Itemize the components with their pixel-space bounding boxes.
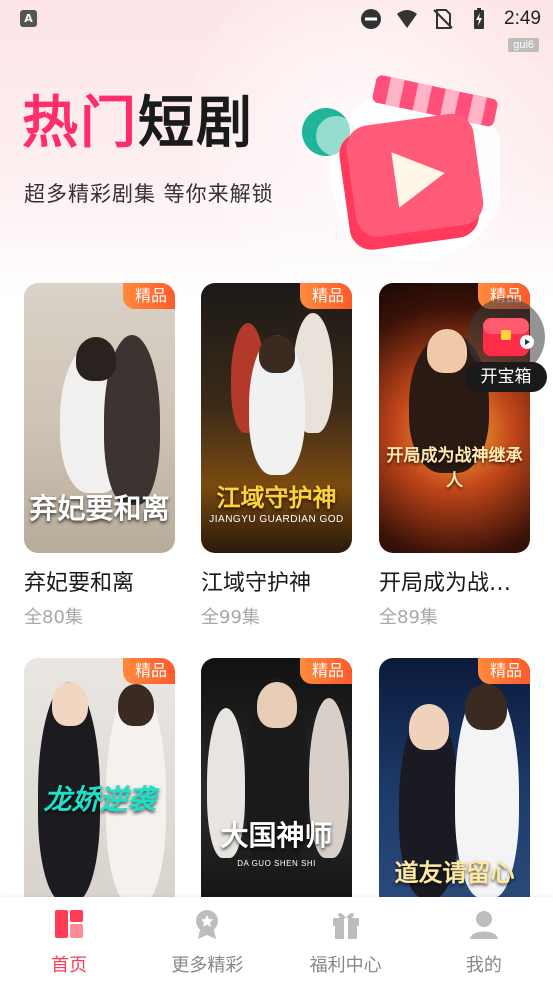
treasure-label: 开宝箱	[465, 362, 547, 392]
drama-card[interactable]: 精品 江域守护神 JIANGYU GUARDIAN GOD 江域守护神 全99集	[201, 283, 352, 629]
nav-welfare[interactable]: 福利中心	[277, 897, 415, 983]
poster-title: 道友请留心	[394, 858, 515, 887]
medal-icon	[196, 910, 219, 939]
status-bar: A 2:49 gui6	[0, 0, 553, 52]
hero-subtitle: 超多精彩剧集 等你来解锁	[24, 182, 274, 206]
episode-count: 全99集	[201, 607, 260, 628]
wifi-icon	[397, 10, 418, 28]
nav-label: 福利中心	[309, 955, 382, 976]
status-icons: 2:49	[360, 6, 541, 32]
home-grid-icon	[55, 910, 84, 938]
poster-title: 江域守护神	[216, 483, 337, 512]
profile-icon	[469, 911, 498, 939]
poster-title: 大国神师	[220, 819, 333, 852]
nav-more[interactable]: 更多精彩	[138, 897, 276, 983]
drama-card[interactable]: 精品 龙娇逆袭	[24, 658, 175, 898]
bottom-nav: 首页 更多精彩 福利中心 我的	[0, 897, 553, 983]
video-play-icon	[302, 75, 500, 260]
no-sim-icon	[433, 9, 453, 29]
drama-name: 江域守护神	[201, 571, 312, 596]
premium-badge: 精品	[299, 658, 352, 684]
premium-badge: 精品	[122, 658, 175, 684]
drama-poster[interactable]: 精品 龙娇逆袭	[24, 658, 175, 898]
nav-label: 首页	[51, 955, 88, 976]
hero-title: 热门短剧	[22, 96, 254, 152]
poster-subtitle: DA GUO SHEN SHI	[237, 859, 316, 868]
dnd-icon	[361, 9, 382, 29]
nav-label: 我的	[465, 955, 502, 976]
poster-title: 弃妃要和离	[29, 492, 170, 525]
carrier-label: gui6	[508, 38, 539, 52]
drama-card[interactable]: 精品 大国神师 DA GUO SHEN SHI	[201, 658, 352, 898]
clock: 2:49	[504, 8, 541, 29]
treasure-box-button[interactable]: 开宝箱	[465, 298, 547, 392]
drama-name: 弃妃要和离	[24, 571, 135, 596]
poster-title: 龙娇逆袭	[43, 783, 156, 816]
drama-poster[interactable]: 精品 弃妃要和离	[24, 283, 175, 553]
premium-badge: 精品	[122, 283, 175, 309]
nav-label: 更多精彩	[171, 955, 244, 976]
poster-subtitle: JIANGYU GUARDIAN GOD	[209, 514, 344, 525]
drama-poster[interactable]: 精品 道友请留心	[379, 658, 530, 898]
gift-icon	[332, 913, 359, 939]
drama-card[interactable]: 精品 弃妃要和离 弃妃要和离 全80集	[24, 283, 175, 629]
app-notification-icon: A	[20, 10, 37, 27]
drama-poster[interactable]: 精品 江域守护神 JIANGYU GUARDIAN GOD	[201, 283, 352, 553]
nav-mine[interactable]: 我的	[415, 897, 553, 983]
drama-poster[interactable]: 精品 大国神师 DA GUO SHEN SHI	[201, 658, 352, 898]
episode-count: 全89集	[379, 607, 438, 628]
premium-badge: 精品	[477, 658, 530, 684]
poster-title: 开局成为战神继承人	[386, 446, 523, 491]
hero-title-part1: 热门	[22, 91, 138, 156]
nav-home[interactable]: 首页	[0, 897, 138, 983]
battery-charging-icon	[474, 8, 485, 29]
premium-badge: 精品	[299, 283, 352, 309]
episode-count: 全80集	[24, 607, 83, 628]
drama-card[interactable]: 精品 道友请留心	[379, 658, 530, 898]
hero-title-part2: 短剧	[138, 91, 254, 156]
drama-name: 开局成为战…	[379, 571, 512, 596]
treasure-chest-icon	[483, 318, 534, 356]
